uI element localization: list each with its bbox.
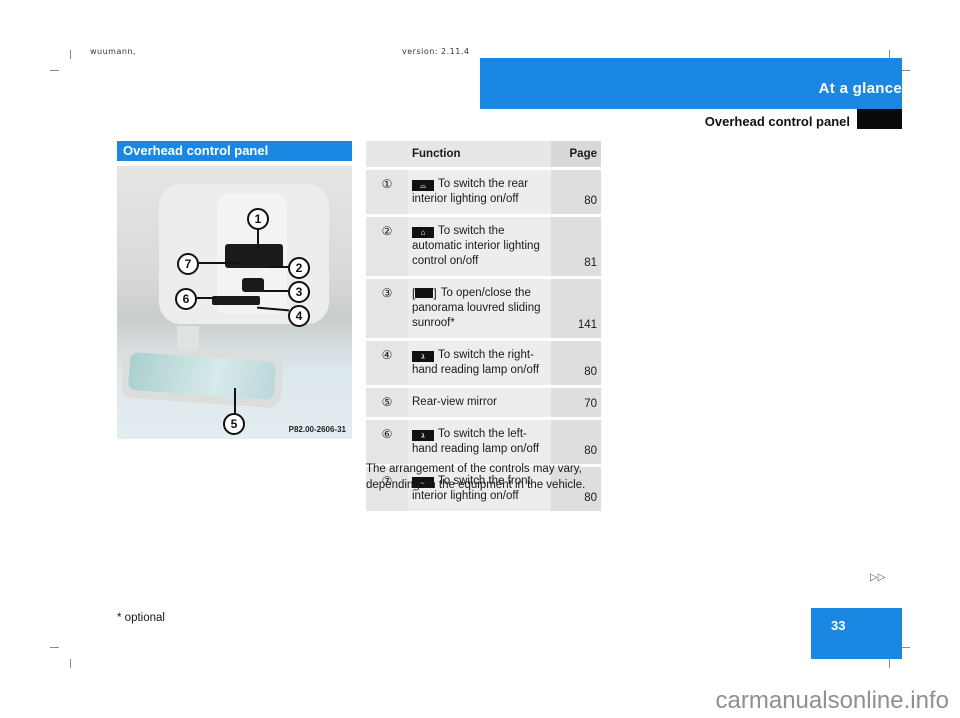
- header-meta-left: wuumann,: [90, 47, 137, 56]
- leader-line: [267, 266, 289, 268]
- row-number: ⑤: [366, 386, 408, 420]
- table-row: ③ [] To open/close the panorama louvred s…: [366, 277, 601, 341]
- chapter-title: At a glance: [818, 80, 902, 97]
- table-header-row: Function Page: [366, 141, 601, 170]
- row-number: ②: [366, 215, 408, 279]
- row-function: ג To switch the right-hand reading lamp o…: [408, 339, 551, 388]
- row-page: 80: [551, 418, 601, 467]
- column-header-function: Function: [408, 141, 551, 170]
- section-title: Overhead control panel: [704, 114, 850, 129]
- table-row: ⑥ ג To switch the left-hand reading lamp …: [366, 418, 601, 467]
- row-number: ④: [366, 339, 408, 388]
- table-row: ⑤ Rear-view mirror 70: [366, 386, 601, 420]
- row-number: ③: [366, 277, 408, 341]
- row-page: 80: [551, 168, 601, 217]
- row-function: ⌓ To switch the rear interior lighting on…: [408, 168, 551, 217]
- header-meta-right: version: 2.11.4: [402, 47, 470, 56]
- switch-block-reading: [212, 296, 260, 305]
- row-function: ⌂ To switch the automatic interior lighti…: [408, 215, 551, 279]
- leader-line: [199, 262, 239, 264]
- leader-line: [197, 297, 217, 299]
- callout-5: 5: [223, 413, 245, 435]
- callout-4: 4: [288, 305, 310, 327]
- reading-lamp-icon: ג: [412, 430, 434, 441]
- crop-mark: [889, 659, 890, 668]
- leader-line: [257, 228, 259, 248]
- reading-lamp-icon: ג: [412, 351, 434, 362]
- crop-mark: [70, 659, 71, 668]
- crop-mark: [70, 50, 71, 59]
- overhead-panel-photo: 1 7 2 3 6 4 5 P82.00-2606-31: [117, 166, 352, 439]
- column-header-page: Page: [551, 141, 601, 170]
- sunroof-switch-icon: []: [412, 286, 437, 300]
- crop-mark: [901, 647, 910, 648]
- callout-6: 6: [175, 288, 197, 310]
- page-number: 33: [831, 618, 846, 633]
- rear-view-mirror: [120, 345, 284, 409]
- table-row: ② ⌂ To switch the automatic interior ligh…: [366, 215, 601, 279]
- row-function-text: Rear-view mirror: [408, 386, 551, 420]
- row-page: 141: [551, 277, 601, 341]
- crop-mark: [901, 70, 910, 71]
- callout-2: 2: [288, 257, 310, 279]
- table-row: ④ ג To switch the right-hand reading lamp…: [366, 339, 601, 388]
- watermark: carmanualsonline.info: [715, 687, 949, 714]
- row-page: 80: [551, 339, 601, 388]
- crop-mark: [50, 647, 59, 648]
- switch-block-sunroof: [242, 278, 264, 292]
- rear-interior-light-icon: ⌓: [412, 180, 434, 191]
- footnote: * optional: [117, 612, 165, 624]
- table-row: ① ⌓ To switch the rear interior lighting …: [366, 168, 601, 217]
- continue-arrow-icon: ▷▷: [870, 572, 886, 583]
- column-header-number: [366, 141, 408, 170]
- figure-code: P82.00-2606-31: [288, 425, 346, 434]
- row-page: 81: [551, 215, 601, 279]
- callout-7: 7: [177, 253, 199, 275]
- row-page: 70: [551, 386, 601, 420]
- row-function: [] To open/close the panorama louvred sli…: [408, 277, 551, 341]
- page-number-box: 33: [811, 608, 902, 659]
- crop-mark: [50, 70, 59, 71]
- row-function: ג To switch the left-hand reading lamp on…: [408, 418, 551, 467]
- arrangement-note: The arrangement of the controls may vary…: [366, 463, 586, 491]
- row-number: ⑥: [366, 418, 408, 467]
- callout-3: 3: [288, 281, 310, 303]
- switch-block-top: [225, 244, 283, 268]
- panel-heading: Overhead control panel: [117, 141, 352, 161]
- callout-1: 1: [247, 208, 269, 230]
- chapter-tab: [857, 109, 902, 129]
- leader-line: [234, 388, 236, 414]
- leader-line: [262, 290, 289, 292]
- row-number: ①: [366, 168, 408, 217]
- auto-interior-light-icon: ⌂: [412, 227, 434, 238]
- function-table: Function Page ① ⌓ To switch the rear inte…: [366, 141, 601, 514]
